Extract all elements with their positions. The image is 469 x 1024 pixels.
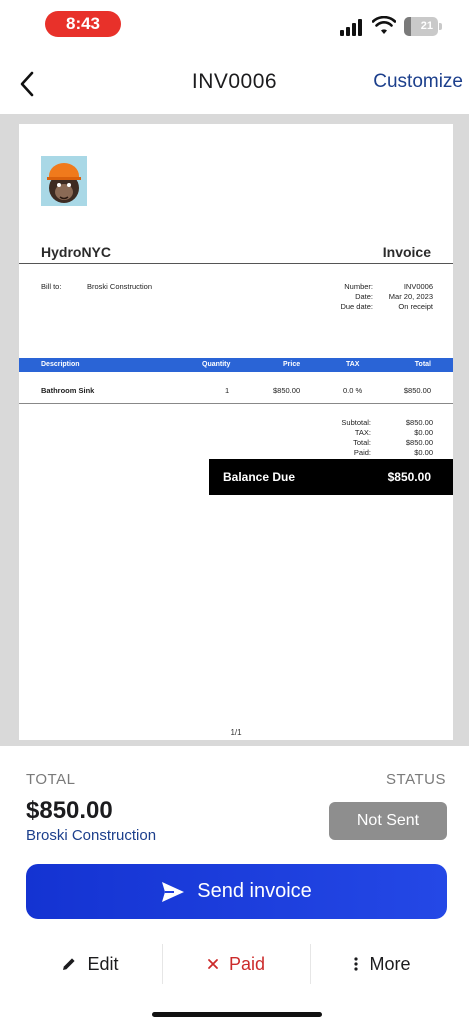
- header-divider: [19, 263, 453, 264]
- page-indicator: 1/1: [230, 728, 242, 737]
- meta-value-due-date: On receipt: [398, 302, 433, 311]
- more-label: More: [369, 953, 411, 974]
- invoice-preview[interactable]: HydroNYC Invoice Bill to: Broski Constru…: [0, 114, 469, 746]
- action-divider: [162, 944, 163, 984]
- cellular-signal-icon: [340, 18, 366, 36]
- nav-bar: INV0006 Customize: [0, 56, 469, 112]
- wifi-icon: [372, 16, 396, 34]
- business-logo: [41, 156, 87, 206]
- client-name[interactable]: Broski Construction: [26, 827, 156, 844]
- paid-label-doc: Paid:: [353, 448, 371, 457]
- mark-paid-button[interactable]: Paid: [164, 936, 308, 992]
- invoice-page: HydroNYC Invoice Bill to: Broski Constru…: [19, 124, 453, 740]
- items-table-header: Description Quantity Price TAX Total: [19, 358, 453, 372]
- item-description: Bathroom Sink: [41, 386, 95, 395]
- home-indicator[interactable]: [152, 1012, 322, 1017]
- col-quantity: Quantity: [202, 361, 231, 368]
- send-invoice-button[interactable]: Send invoice: [26, 864, 447, 919]
- more-button[interactable]: More: [312, 936, 452, 992]
- business-name: HydroNYC: [41, 244, 112, 260]
- edit-button[interactable]: Edit: [20, 936, 160, 992]
- col-tax: TAX: [346, 361, 360, 368]
- edit-label: Edit: [87, 953, 119, 974]
- tax-value: $0.00: [414, 428, 433, 437]
- total-label-doc: Total:: [353, 438, 371, 447]
- battery-cap: [439, 23, 442, 30]
- tax-label: TAX:: [354, 428, 371, 437]
- meta-value-number: INV0006: [403, 282, 433, 291]
- balance-due-value: $850.00: [387, 470, 431, 484]
- meta-value-date: Mar 20, 2023: [388, 292, 433, 301]
- paper-plane-icon: [162, 881, 185, 902]
- pencil-icon: [63, 958, 76, 970]
- item-tax: 0.0 %: [343, 386, 363, 395]
- meta-label-date: Date:: [355, 292, 373, 301]
- item-total: $850.00: [403, 386, 431, 395]
- total-value-doc: $850.00: [405, 438, 433, 447]
- status-label: STATUS: [386, 771, 446, 788]
- subtotal-label: Subtotal:: [341, 418, 371, 427]
- bill-to-label: Bill to:: [41, 282, 62, 291]
- paid-label: Paid: [228, 953, 266, 974]
- action-bar: Edit Paid More: [0, 936, 469, 992]
- meta-label-due-date: Due date:: [340, 302, 373, 311]
- item-price: $850.00: [273, 386, 301, 395]
- col-description: Description: [41, 361, 80, 368]
- status-bar: 8:43 21: [0, 0, 469, 50]
- total-amount: $850.00: [26, 797, 113, 824]
- status-time: 8:43: [45, 11, 121, 37]
- balance-due-label: Balance Due: [223, 470, 296, 484]
- paid-value-doc: $0.00: [414, 448, 433, 457]
- bill-to-name: Broski Construction: [87, 282, 153, 291]
- close-icon: [208, 959, 218, 969]
- meta-label-number: Number:: [344, 282, 373, 291]
- customize-button[interactable]: Customize: [373, 71, 463, 93]
- more-vertical-icon: [354, 957, 359, 971]
- status-badge: Not Sent: [329, 802, 447, 840]
- subtotal-value: $850.00: [405, 418, 433, 427]
- total-label: TOTAL: [26, 771, 76, 788]
- col-total: Total: [414, 361, 431, 368]
- col-price: Price: [283, 361, 301, 368]
- balance-due-bar: Balance Due $850.00: [209, 459, 453, 495]
- send-invoice-label: Send invoice: [197, 880, 312, 902]
- document-title: Invoice: [382, 244, 431, 260]
- battery-percent: 21: [420, 20, 433, 32]
- battery-icon: 21: [404, 17, 438, 36]
- item-quantity: 1: [225, 386, 230, 395]
- action-divider: [310, 944, 311, 984]
- table-divider: [19, 403, 453, 404]
